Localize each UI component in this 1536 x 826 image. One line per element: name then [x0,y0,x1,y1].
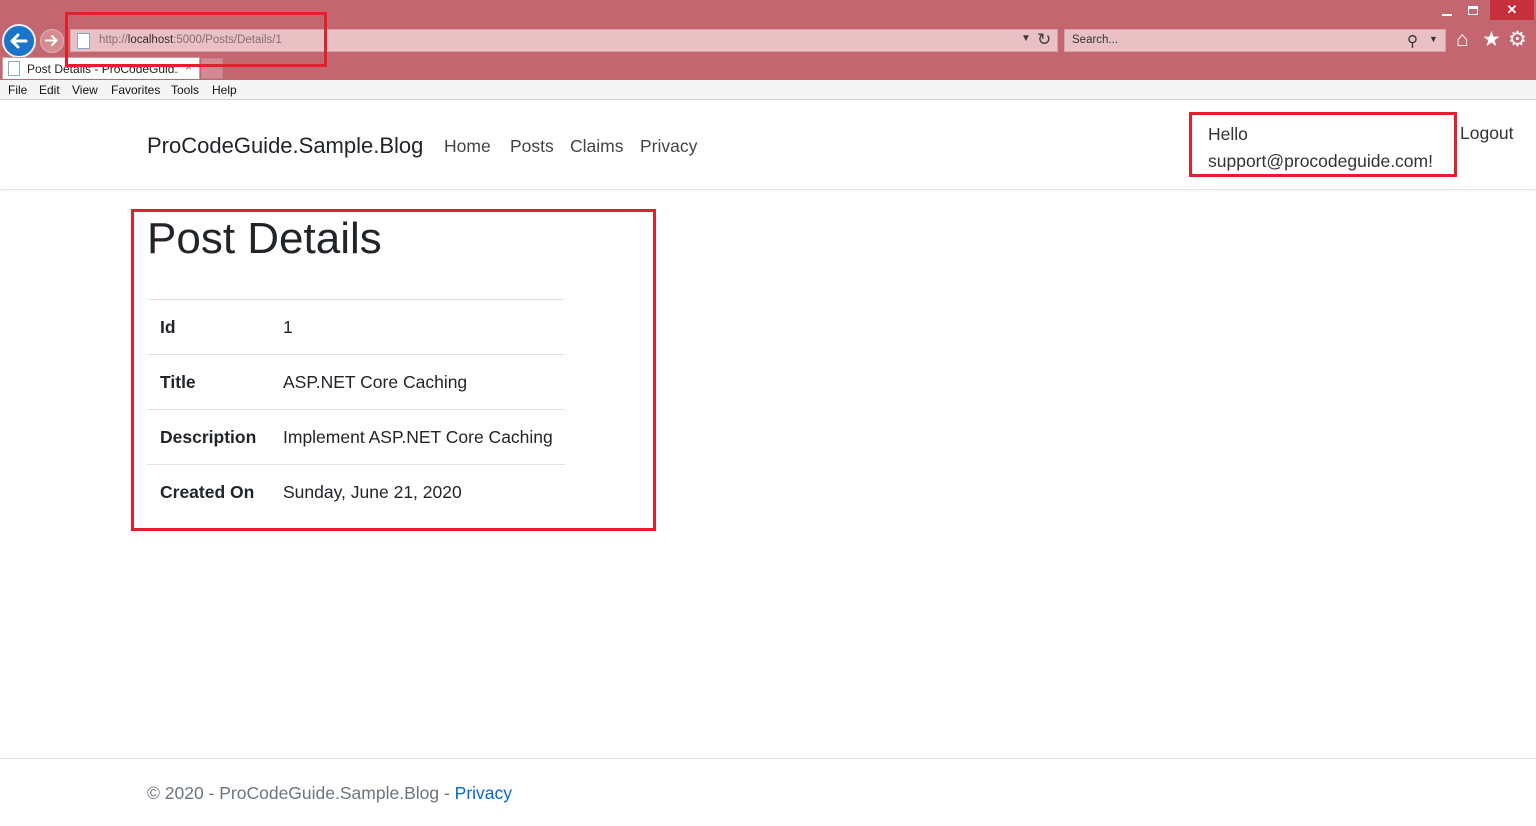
favorites-star-icon[interactable]: ★ [1482,28,1501,52]
forward-arrow-icon [45,35,58,46]
highlight-box-details [131,209,656,531]
nav-privacy[interactable]: Privacy [640,136,697,157]
nav-posts[interactable]: Posts [510,136,554,157]
menu-favorites[interactable]: Favorites [111,83,160,97]
footer-privacy-link[interactable]: Privacy [455,783,512,803]
footer-text: © 2020 - ProCodeGuide.Sample.Blog - Priv… [147,783,512,804]
address-dropdown-icon[interactable]: ▼ [1021,33,1031,44]
back-arrow-icon [10,33,28,49]
footer-copyright: © 2020 - ProCodeGuide.Sample.Blog - [147,783,455,803]
search-box[interactable]: Search... ⚲ ▼ [1064,29,1446,52]
menu-tools[interactable]: Tools [171,83,199,97]
forward-button[interactable] [40,29,64,53]
menu-edit[interactable]: Edit [39,83,60,97]
maximize-icon [1468,6,1478,16]
search-icon[interactable]: ⚲ [1407,32,1418,50]
menu-bar: File Edit View Favorites Tools Help [0,80,1536,100]
search-dropdown-icon[interactable]: ▼ [1429,34,1438,44]
search-placeholder: Search... [1072,34,1119,46]
brand-link[interactable]: ProCodeGuide.Sample.Blog [147,133,423,159]
highlight-box-address [65,12,327,67]
tab-page-icon [8,61,20,76]
logout-button[interactable]: Logout [1460,123,1514,144]
menu-file[interactable]: File [8,83,27,97]
highlight-box-user [1189,112,1457,177]
minimize-button[interactable] [1436,0,1458,20]
gear-icon[interactable]: ⚙ [1508,28,1527,52]
menu-view[interactable]: View [72,83,98,97]
site-footer: © 2020 - ProCodeGuide.Sample.Blog - Priv… [0,758,1536,826]
maximize-button[interactable] [1462,0,1484,20]
close-window-button[interactable]: ✕ [1490,0,1534,20]
nav-home[interactable]: Home [444,136,491,157]
nav-claims[interactable]: Claims [570,136,623,157]
menu-help[interactable]: Help [212,83,237,97]
back-button[interactable] [2,24,36,58]
home-icon[interactable]: ⌂ [1456,28,1469,52]
minimize-icon [1442,13,1452,16]
refresh-icon[interactable]: ↻ [1037,30,1051,50]
